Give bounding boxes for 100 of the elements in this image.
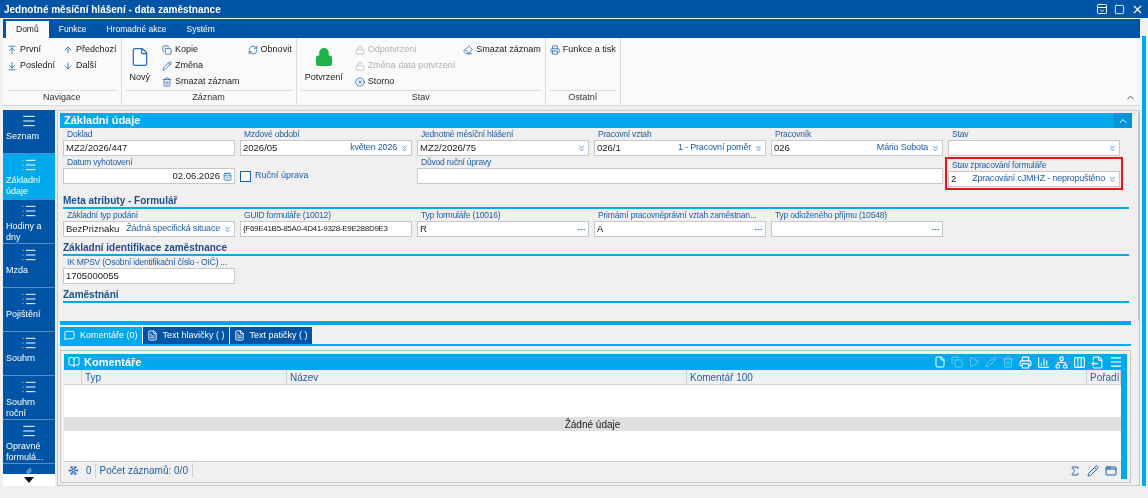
- input-field[interactable]: [948, 140, 1120, 156]
- window-title: Jednotné měsíční hlášení - data zaměstnance: [4, 2, 221, 17]
- columns-icon[interactable]: [1073, 355, 1086, 369]
- section-title: Meta atributy - Formulář: [63, 195, 178, 206]
- checkbox[interactable]: [240, 170, 251, 182]
- field-label: Typ odloženého příjmu (10548): [774, 210, 887, 221]
- restore-icon[interactable]: [1096, 3, 1108, 15]
- ribbon-button[interactable]: Kopie: [162, 42, 240, 57]
- ribbon-button[interactable]: Obnovit: [247, 42, 292, 57]
- ribbon-tab[interactable]: Funkce: [48, 21, 97, 38]
- dropdown-icon: [1108, 174, 1117, 184]
- maximize-icon[interactable]: [1114, 3, 1125, 15]
- ribbon-button[interactable]: Další: [63, 58, 117, 73]
- unlocked-icon: [354, 60, 365, 71]
- ribbon-tab[interactable]: Domů: [6, 21, 49, 38]
- ribbon-button[interactable]: Smazat záznam: [162, 74, 240, 89]
- copy-icon: [162, 44, 173, 55]
- dropdown-icon: [577, 143, 586, 153]
- ribbon-button[interactable]: Změna: [162, 58, 240, 73]
- ribbon-button[interactable]: První: [7, 42, 56, 57]
- panel-tab[interactable]: Text hlavičky ( ): [142, 327, 229, 344]
- sidebar-item[interactable]: Hodiny a dny: [3, 200, 55, 244]
- menu-icon[interactable]: [1109, 355, 1123, 369]
- dropdown-icon: [1108, 143, 1117, 153]
- pencil-icon[interactable]: [1087, 464, 1099, 477]
- ribbon-button[interactable]: Smazat záznam: [463, 42, 541, 57]
- input-field[interactable]: MZ2/2026/447: [63, 140, 235, 156]
- column-header[interactable]: Název: [287, 370, 687, 384]
- cancel-icon: [354, 76, 365, 87]
- input-field[interactable]: 2026/05 květen 2026: [240, 140, 412, 156]
- window-settings-icon[interactable]: [1105, 464, 1117, 477]
- dropdown-icon: [400, 143, 409, 153]
- group-label: Záznam: [192, 91, 225, 105]
- sidebar-item[interactable]: Souhrn: [3, 332, 55, 376]
- menu-lines-icon: [21, 203, 37, 219]
- field-label: Jednotné měsíční hlášení: [420, 129, 514, 140]
- input-field[interactable]: 1705000055: [63, 268, 235, 284]
- input-field[interactable]: 02.06.2026: [63, 168, 235, 184]
- input-field[interactable]: [417, 168, 943, 184]
- input-field[interactable]: {F69E41B5-85A0-4D41-9328-E9E288D9E3: [240, 221, 412, 237]
- panel-tab[interactable]: Text patičky ( ): [229, 327, 312, 344]
- field-label: Doklad: [66, 129, 93, 140]
- ribbon-tab[interactable]: Systém: [176, 21, 225, 38]
- field-label: IK MPSV (Osobní identifikační číslo - OIČ) ...: [66, 257, 227, 268]
- ribbon-tab[interactable]: Hromadné akce: [96, 21, 177, 38]
- up-arrow-icon: [63, 44, 74, 55]
- column-header[interactable]: Pořadí: [1087, 370, 1121, 384]
- ribbon-button[interactable]: Storno: [354, 74, 456, 89]
- sum-icon[interactable]: [1069, 464, 1081, 477]
- input-field[interactable]: 026/1 1 - Pracovní poměr: [594, 140, 766, 156]
- input-field[interactable]: [771, 221, 943, 237]
- checkbox-label: Ruční úprava: [255, 169, 309, 183]
- ribbon-button[interactable]: Funkce a tisk: [549, 42, 616, 57]
- eraser-icon: [463, 44, 474, 55]
- column-header[interactable]: Typ: [82, 370, 287, 384]
- section-title: Základní identifikace zaměstnance: [63, 242, 227, 253]
- input-field[interactable]: BezPriznaku Žádná specifická situace: [63, 221, 235, 237]
- dropdown-icon: [931, 143, 940, 153]
- input-field[interactable]: A: [594, 221, 766, 237]
- document-icon: [146, 330, 158, 341]
- ribbon-button[interactable]: Poslední: [7, 58, 56, 73]
- sidebar-item[interactable]: Pojištění: [3, 288, 55, 332]
- field-label: Pracovník: [774, 129, 811, 140]
- input-field[interactable]: R: [417, 221, 589, 237]
- ribbon-button[interactable]: Předchozí: [63, 42, 117, 57]
- ribbon-button[interactable]: Potvrzení: [300, 42, 347, 90]
- group-label: Stav: [411, 91, 430, 105]
- input-field[interactable]: MZ2/2026/75: [417, 140, 589, 156]
- sidebar-item[interactable]: Souhrn roční: [3, 376, 55, 420]
- document-icon: [233, 330, 245, 341]
- menu-lines-icon: [21, 423, 37, 439]
- collapse-button[interactable]: [1114, 113, 1132, 128]
- snowflake-icon[interactable]: [68, 465, 79, 476]
- menu-lines-icon: [21, 157, 37, 173]
- input-field[interactable]: 2 Zpracování cJMHZ - nepropuštěno: [948, 171, 1120, 187]
- group-label: Ostatní: [568, 91, 598, 105]
- trash-icon: [162, 76, 173, 87]
- field-label: Typ formuláře (10016): [420, 210, 501, 221]
- sidebar-item[interactable]: Mzda: [3, 244, 55, 288]
- field-label: Stav: [951, 129, 969, 140]
- chart-icon[interactable]: [1037, 355, 1050, 369]
- records-summary: Počet záznamů: 0/0: [95, 463, 193, 478]
- sidebar-item[interactable]: Opravné formulá...: [3, 420, 55, 464]
- printer-icon[interactable]: [1019, 355, 1032, 369]
- new-record-icon[interactable]: [934, 356, 946, 368]
- export-icon[interactable]: [1091, 355, 1104, 369]
- scroll-down-icon[interactable]: [24, 477, 34, 483]
- column-header[interactable]: Komentář 100: [687, 370, 1087, 384]
- field-label: GUID formuláře (10012): [243, 210, 331, 221]
- field-label: Důvod ruční úpravy: [420, 157, 492, 168]
- calendar-icon: [223, 171, 232, 181]
- grid-header: Komentáře: [64, 354, 1127, 370]
- group-label: Navigace: [43, 91, 81, 105]
- printer-icon: [549, 44, 560, 55]
- comment-icon: [64, 330, 75, 341]
- input-field[interactable]: 026 Mário Sobota: [771, 140, 943, 156]
- network-icon[interactable]: [1055, 355, 1068, 369]
- sidebar-item[interactable]: Seznam: [3, 110, 55, 154]
- ribbon-button[interactable]: Nový: [125, 42, 155, 90]
- menu-lines-icon: [21, 379, 37, 395]
